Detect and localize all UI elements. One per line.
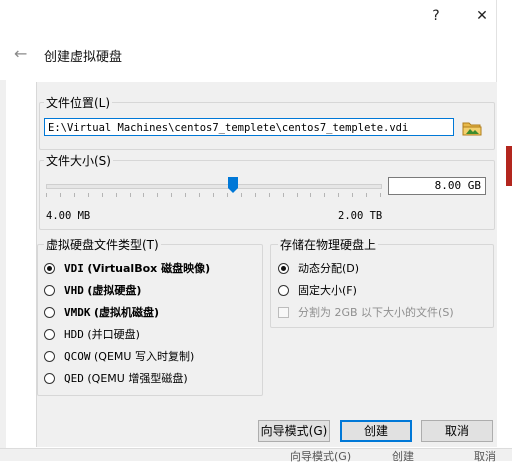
guided-mode-button[interactable]: 向导模式(G) (258, 420, 330, 442)
option-code: VMDK (64, 305, 91, 319)
location-label: 文件位置(L) (44, 94, 113, 111)
background-button-text: 取消 (474, 450, 496, 463)
disk-type-option-vdi[interactable]: VDI (VirtualBox 磁盘映像) (44, 259, 210, 277)
option-desc: (QEMU 写入时复制) (94, 350, 195, 363)
disk-type-option-qcow[interactable]: QCOW (QEMU 写入时复制) (44, 347, 194, 365)
disk-type-option-vhd[interactable]: VHD (虚拟硬盘) (44, 281, 141, 299)
folder-browse-icon[interactable] (462, 119, 482, 137)
option-desc: (QEMU 增强型磁盘) (87, 372, 188, 385)
option-desc: (并口硬盘) (87, 328, 140, 341)
radio-button[interactable] (278, 262, 289, 274)
help-button[interactable]: ? (426, 6, 446, 26)
background-window-fragment (506, 146, 512, 186)
option-code: VDI (64, 261, 84, 275)
background-button-text: 向导模式(G) (290, 450, 352, 463)
storage-dynamic-option[interactable]: 动态分配(D) (278, 259, 359, 277)
disk-type-label: 虚拟硬盘文件类型(T) (44, 236, 161, 253)
option-code: QED (64, 371, 84, 385)
close-button[interactable]: ✕ (472, 6, 492, 26)
disk-type-option-vmdk[interactable]: VMDK (虚拟机磁盘) (44, 303, 159, 321)
dialog-title: 创建虚拟硬盘 (44, 50, 123, 65)
option-desc: (虚拟硬盘) (87, 284, 142, 297)
option-code: VHD (64, 283, 84, 297)
disk-type-option-qed[interactable]: QED (QEMU 增强型磁盘) (44, 369, 188, 387)
size-max-label: 2.00 TB (338, 210, 383, 222)
option-desc: (虚拟机磁盘) (94, 306, 160, 319)
location-path-input[interactable]: E:\Virtual Machines\centos7_templete\cen… (44, 118, 454, 136)
cancel-button[interactable]: 取消 (421, 420, 493, 442)
radio-button[interactable] (44, 306, 55, 318)
option-code: QCOW (64, 349, 91, 363)
option-desc: (VirtualBox 磁盘映像) (87, 262, 211, 275)
radio-button[interactable] (44, 350, 55, 362)
create-button[interactable]: 创建 (340, 420, 412, 442)
background-window-edge (0, 80, 6, 460)
radio-button[interactable] (44, 328, 55, 340)
option-code: HDD (64, 327, 84, 341)
size-value-input[interactable]: 8.00 GB (388, 177, 486, 195)
size-slider-ticks (46, 193, 381, 197)
background-button-text: 创建 (392, 450, 414, 463)
size-slider-track[interactable] (46, 184, 382, 189)
size-slider-thumb[interactable] (228, 177, 239, 193)
back-arrow-icon[interactable]: ← (14, 44, 27, 63)
storage-dynamic-label: 动态分配(D) (298, 262, 360, 275)
split-checkbox[interactable] (278, 306, 289, 318)
storage-label: 存储在物理硬盘上 (278, 236, 379, 253)
storage-fixed-option[interactable]: 固定大小(F) (278, 281, 357, 299)
radio-button[interactable] (278, 284, 289, 296)
size-label: 文件大小(S) (44, 152, 113, 169)
radio-button[interactable] (44, 372, 55, 384)
size-min-label: 4.00 MB (46, 210, 91, 222)
storage-split-option[interactable]: 分割为 2GB 以下大小的文件(S) (278, 303, 454, 321)
storage-fixed-label: 固定大小(F) (298, 284, 357, 297)
radio-button[interactable] (44, 262, 55, 274)
background-window-bottom (0, 448, 512, 461)
storage-split-label: 分割为 2GB 以下大小的文件(S) (298, 306, 454, 319)
radio-button[interactable] (44, 284, 55, 296)
disk-type-option-hdd[interactable]: HDD (并口硬盘) (44, 325, 140, 343)
